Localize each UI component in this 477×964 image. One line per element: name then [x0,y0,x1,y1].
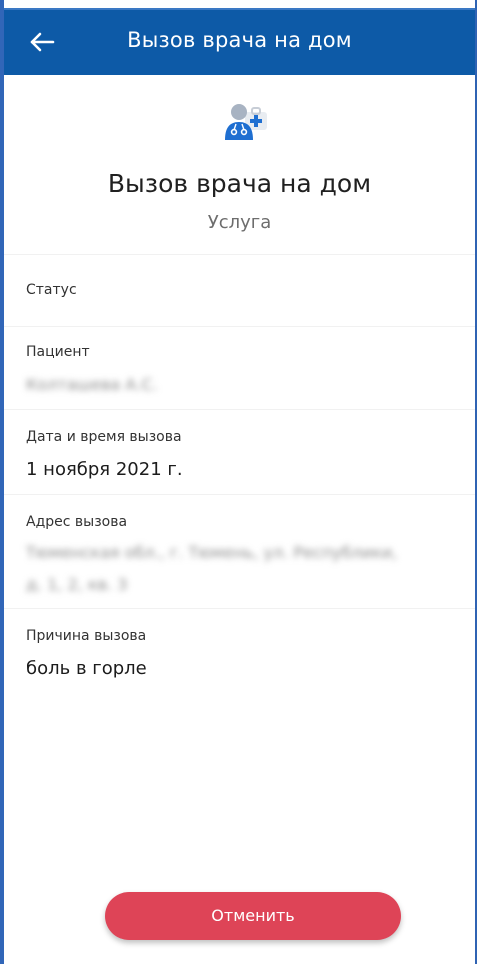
doctor-medkit-icon [223,100,271,144]
app-bar: Вызов врача на дом [4,8,475,75]
service-title: Вызов врача на дом [107,169,372,198]
field-datetime: Дата и время вызова 1 ноября 2021 г. [4,409,475,494]
service-subtitle: Услуга [207,212,272,233]
field-reason: Причина вызова боль в горле [4,608,475,698]
datetime-label: Дата и время вызова [26,429,182,445]
field-address: Адрес вызова Тюменская обл., г. Тюмень, … [4,494,475,608]
field-patient: Пациент Колташева А.С. [4,326,475,409]
screen: Вызов врача на дом Вызов врача на дом Ус… [0,0,477,964]
cancel-button[interactable]: Отменить [105,892,401,940]
address-label: Адрес вызова [26,514,128,530]
status-label: Статус [26,282,77,298]
patient-label: Пациент [26,344,90,360]
address-value-line1: Тюменская обл., г. Тюмень, ул. Республик… [26,543,398,562]
address-value-line2: д. 1, 2, кв. 3 [26,575,128,594]
reason-label: Причина вызова [26,628,147,644]
app-bar-title: Вызов врача на дом [127,28,352,52]
datetime-value: 1 ноября 2021 г. [26,459,183,480]
service-header: Вызов врача на дом Услуга [4,100,475,250]
reason-value: боль в горле [26,658,147,679]
field-status: Статус [4,254,475,326]
patient-value: Колташева А.С. [26,375,158,394]
